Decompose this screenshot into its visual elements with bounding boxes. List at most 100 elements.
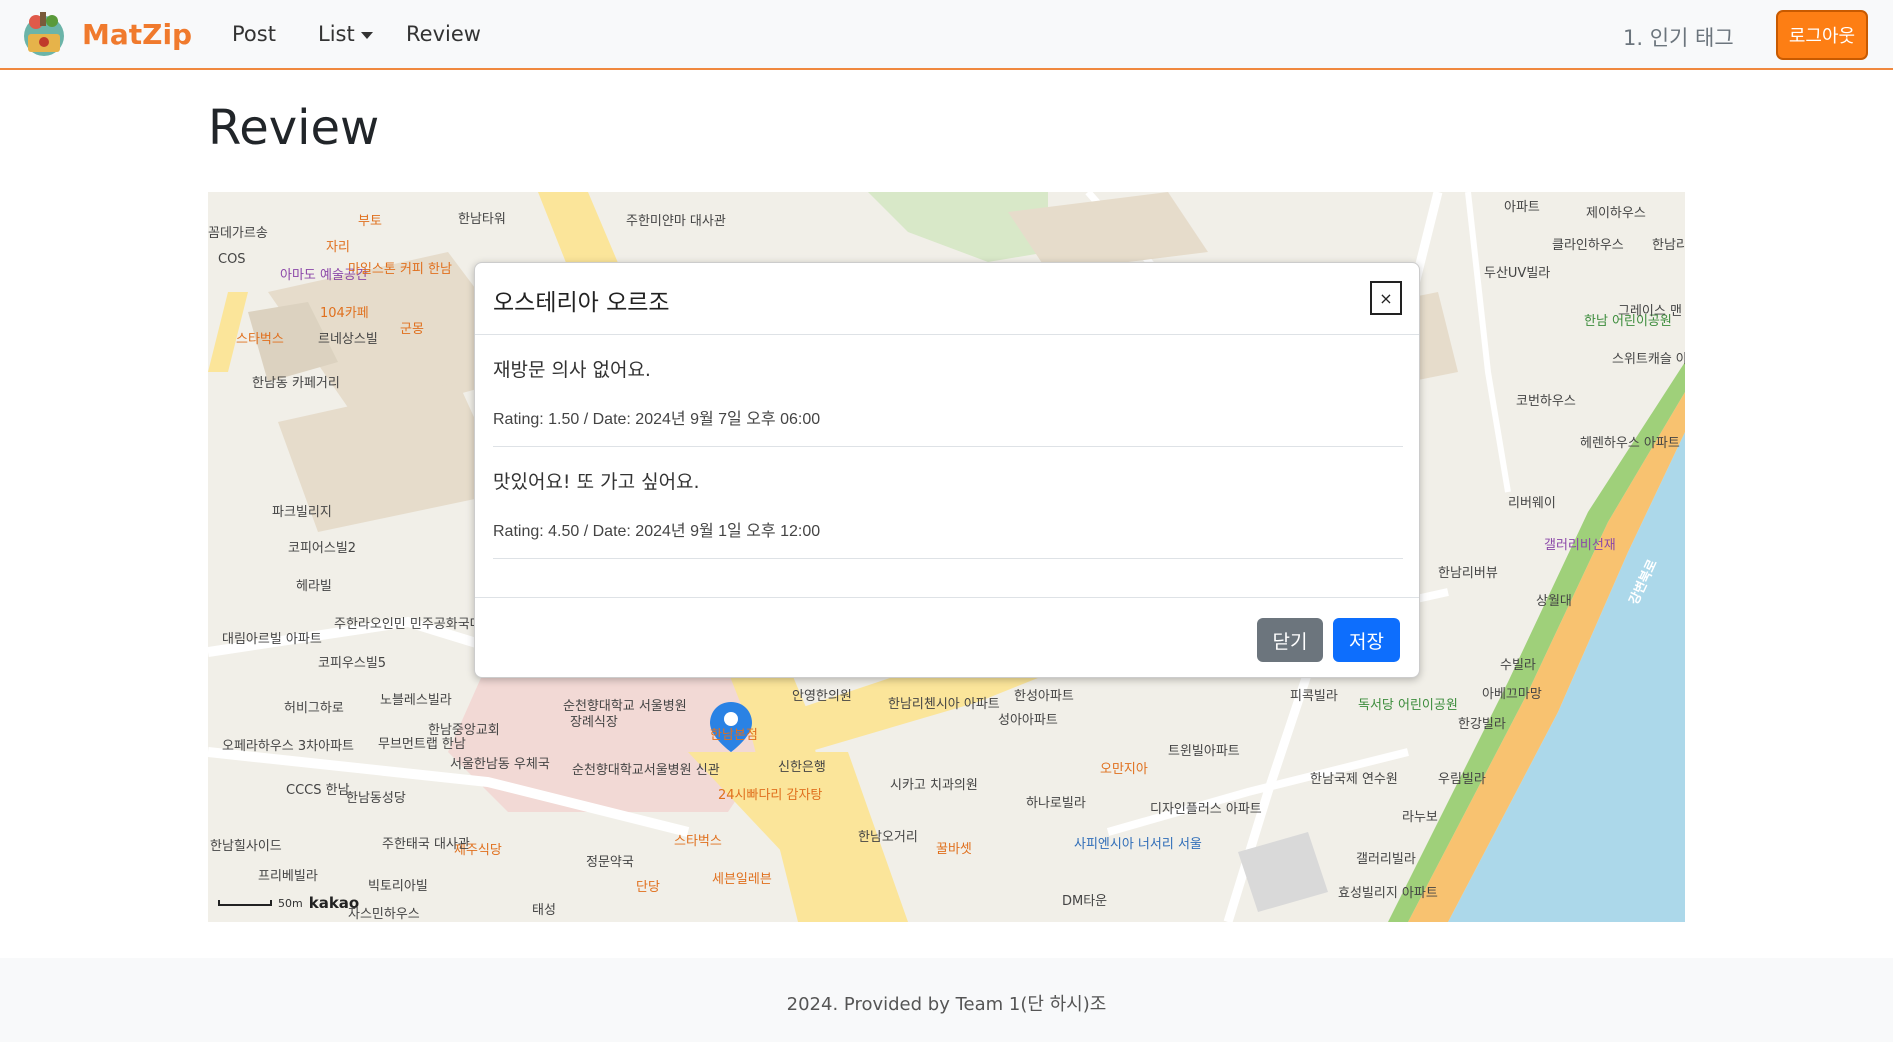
map-label: 한성아파트: [1014, 689, 1074, 704]
map-label: 라누보: [1402, 810, 1438, 825]
map-label: 트윈빌아파트: [1168, 744, 1240, 759]
review-meta: Rating: 4.50 / Date: 2024년 9월 1일 오후 12:0…: [493, 523, 821, 540]
map-label: 한남리첸시아 아파트: [888, 697, 1000, 712]
map-label: 대림아르빌 아파트: [222, 632, 322, 647]
kakao-logo: kakao: [308, 894, 360, 912]
modal-title: 오스테리아 오르조: [493, 290, 670, 316]
modal-footer: 닫기 저장: [475, 597, 1419, 679]
map-label: 그레이스 맨: [1618, 304, 1682, 319]
map-label: 정문약국: [586, 855, 634, 870]
map-label: 스타벅스: [236, 332, 284, 347]
map-label: 갤러리빌라: [1356, 852, 1416, 867]
footer-text: 2024. Provided by Team 1(단 하시)조: [786, 994, 1107, 1015]
map-label: 효성빌리지 아파트: [1338, 886, 1438, 901]
footer: 2024. Provided by Team 1(단 하시)조: [0, 958, 1893, 1042]
map-label: 갤러리비선재: [1544, 538, 1616, 553]
map-label: 르네상스빌: [318, 332, 378, 347]
map-label: 성아아파트: [998, 713, 1058, 728]
review-text: 재방문 의사 없어요.: [493, 359, 651, 381]
map-label: 안영한의원: [792, 689, 852, 704]
map-label: 프리베빌라: [258, 869, 318, 884]
map-label: 주한미얀마 대사관: [626, 214, 726, 229]
map-label: 태성: [532, 903, 556, 918]
map-label: 한남동성당: [346, 791, 406, 806]
map-label: 헤라빌: [296, 579, 332, 594]
caret-down-icon: [360, 31, 373, 39]
map-label: 한남타워: [458, 212, 506, 227]
map-label: 독서당 어린이공원: [1358, 698, 1458, 713]
map-label: 부토: [358, 214, 382, 229]
map-label: 한남오거리: [858, 830, 918, 845]
map-label: 오페라하우스 3차아파트: [222, 739, 355, 754]
map-label: 마일스톤 커피 한남: [348, 262, 452, 277]
map-label: 허비그하로: [284, 701, 344, 716]
brand[interactable]: MatZip: [18, 8, 192, 60]
map-label: 한남국제 연수원: [1310, 772, 1398, 787]
map-label: 꼼데가르송: [208, 226, 268, 241]
logout-button[interactable]: 로그아웃: [1776, 10, 1868, 60]
map-label: 파크빌리지: [272, 505, 332, 520]
map-label: 코피어스빌2: [288, 541, 357, 556]
map-label: 스위트캐슬 아파트: [1612, 352, 1685, 367]
review-modal: 오스테리아 오르조 × 재방문 의사 없어요. Rating: 1.50 / D…: [474, 262, 1420, 678]
popular-tag-text[interactable]: 1. 인기 태그: [1623, 22, 1734, 52]
review-item: 맛있어요! 또 가고 싶어요. Rating: 4.50 / Date: 202…: [493, 447, 1403, 559]
map-scale: 50m kakao: [218, 894, 359, 912]
map-label: 피콕빌라: [1290, 689, 1338, 704]
map-label: 장례식장: [570, 715, 618, 730]
map-label: 상월대: [1536, 594, 1572, 609]
map-label: 디자인플러스 아파트: [1150, 802, 1262, 817]
modal-header: 오스테리아 오르조 ×: [475, 263, 1419, 335]
map-label: CCCS 한남: [286, 783, 350, 798]
map-label: 한강빌라: [1458, 717, 1506, 732]
modal-body: 재방문 의사 없어요. Rating: 1.50 / Date: 2024년 9…: [493, 335, 1403, 559]
map-label: 신한은행: [778, 760, 826, 775]
map-label: 자리: [326, 240, 350, 255]
brand-name: MatZip: [82, 17, 193, 51]
map-label: 아베끄마망: [1482, 687, 1542, 702]
nav-list-label: List: [318, 22, 355, 46]
map-label: 시카고 치과의원: [890, 778, 978, 793]
map-label: 리버웨이: [1508, 496, 1556, 511]
map-label: 24시빠다리 감자탕: [718, 788, 823, 803]
map-label: 단당: [636, 880, 660, 895]
map-label: 한남힐사이드: [210, 839, 282, 854]
nav-post[interactable]: Post: [232, 22, 276, 46]
scale-bar: [218, 900, 272, 906]
map-label: 코번하우스: [1516, 394, 1576, 409]
map-label: DM타운: [1062, 894, 1108, 909]
brand-logo-icon: [24, 12, 64, 56]
map-label: 한남리: [1652, 238, 1685, 253]
map-label: 빅토리아빌: [368, 879, 428, 894]
map-label: 한남동 카페거리: [252, 376, 340, 391]
map-label: 두산UV빌라: [1484, 266, 1551, 281]
map-label: 스타벅스: [674, 834, 722, 849]
map-label: 무브먼트랩 한남: [378, 737, 466, 752]
map-label: 순천향대학교서울병원 신관: [572, 763, 720, 778]
close-button[interactable]: 닫기: [1257, 618, 1323, 662]
review-text: 맛있어요! 또 가고 싶어요.: [493, 471, 700, 493]
map-label: 주한태국 대사관: [382, 837, 470, 852]
map-label: 아파트: [1504, 200, 1540, 215]
review-item: 재방문 의사 없어요. Rating: 1.50 / Date: 2024년 9…: [493, 335, 1403, 447]
map-label: 수빌라: [1500, 658, 1536, 673]
map-label: 클라인하우스: [1552, 238, 1624, 253]
map-label: 하나로빌라: [1026, 796, 1086, 811]
map-label: 꿀바셋: [936, 842, 972, 857]
map-label: 군몽: [400, 322, 424, 337]
map-label: 사피엔시아 너서리 서울: [1074, 837, 1202, 852]
page-title: Review: [208, 100, 380, 156]
map-label: 서울한남동 우체국: [450, 757, 550, 772]
map-label: 세븐일레븐: [712, 872, 772, 887]
review-meta: Rating: 1.50 / Date: 2024년 9월 7일 오후 06:0…: [493, 411, 821, 428]
nav-list-dropdown[interactable]: List: [318, 22, 373, 46]
map-label: 제이하우스: [1586, 206, 1646, 221]
modal-close-button[interactable]: ×: [1370, 281, 1402, 315]
navbar: MatZip Post List Review 1. 인기 태그 로그아웃: [0, 0, 1893, 70]
map-label: 오만지아: [1100, 762, 1148, 777]
map-label: 헤렌하우스 아파트: [1580, 436, 1680, 451]
nav-review[interactable]: Review: [406, 22, 481, 46]
map-label: COS: [218, 252, 246, 267]
save-button[interactable]: 저장: [1333, 618, 1400, 662]
map-label: 우림빌라: [1438, 772, 1486, 787]
